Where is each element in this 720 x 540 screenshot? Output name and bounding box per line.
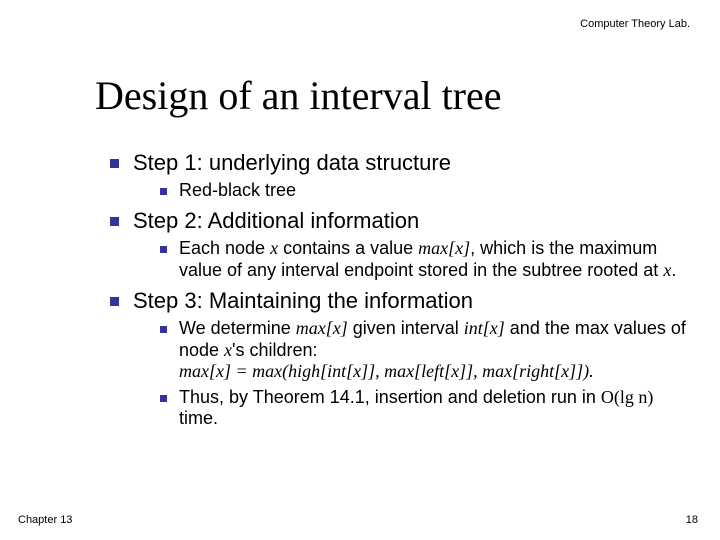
text-part: time. — [179, 408, 218, 428]
square-bullet-icon — [160, 395, 167, 402]
step-1: Step 1: underlying data structure Red-bl… — [110, 150, 690, 202]
step-2-title: Step 2: Additional information — [133, 208, 419, 234]
step-3-sub-2: Thus, by Theorem 14.1, insertion and del… — [160, 387, 690, 430]
step-1-sub: Red-black tree — [160, 180, 690, 202]
slide: Computer Theory Lab. Design of an interv… — [0, 0, 720, 540]
step-1-title: Step 1: underlying data structure — [133, 150, 451, 176]
square-bullet-icon — [160, 326, 167, 333]
text-part: We determine — [179, 318, 296, 338]
math-x: x — [224, 340, 232, 360]
step-1-sub-1-text: Red-black tree — [179, 180, 690, 202]
step-3-sub: We determine max[x] given interval int[x… — [160, 318, 690, 430]
math-maxx: max[x] — [418, 238, 470, 258]
math-x: x — [270, 238, 278, 258]
text-part: Each node — [179, 238, 270, 258]
square-bullet-icon — [110, 297, 119, 306]
footer-chapter: Chapter 13 — [18, 514, 72, 526]
step-1-head: Step 1: underlying data structure — [110, 150, 690, 176]
step-3: Step 3: Maintaining the information We d… — [110, 288, 690, 430]
text-part: given interval — [348, 318, 464, 338]
text-part: Thus, by Theorem 14.1, insertion and del… — [179, 387, 601, 407]
math-maxx: max[x] — [296, 318, 348, 338]
math-olgn: O(lg n) — [601, 387, 654, 407]
math-intx: int[x] — [464, 318, 505, 338]
text-part: contains a value — [278, 238, 418, 258]
step-3-head: Step 3: Maintaining the information — [110, 288, 690, 314]
lab-label: Computer Theory Lab. — [580, 18, 690, 30]
square-bullet-icon — [160, 188, 167, 195]
step-2-sub: Each node x contains a value max[x], whi… — [160, 238, 690, 281]
math-equation: max[x] = max(high[int[x]], max[left[x]],… — [179, 361, 594, 381]
text-part: 's children: — [232, 340, 317, 360]
step-3-sub-2-text: Thus, by Theorem 14.1, insertion and del… — [179, 387, 690, 430]
footer-page: 18 — [686, 514, 698, 526]
step-2-sub-1: Each node x contains a value max[x], whi… — [160, 238, 690, 281]
square-bullet-icon — [160, 246, 167, 253]
step-2: Step 2: Additional information Each node… — [110, 208, 690, 282]
square-bullet-icon — [110, 159, 119, 168]
step-3-sub-1-text: We determine max[x] given interval int[x… — [179, 318, 690, 383]
step-2-sub-1-text: Each node x contains a value max[x], whi… — [179, 238, 690, 281]
step-2-head: Step 2: Additional information — [110, 208, 690, 234]
text-part: . — [671, 260, 676, 280]
step-3-sub-1: We determine max[x] given interval int[x… — [160, 318, 690, 383]
step-3-title: Step 3: Maintaining the information — [133, 288, 473, 314]
slide-title: Design of an interval tree — [95, 72, 502, 119]
content-area: Step 1: underlying data structure Red-bl… — [110, 150, 690, 436]
square-bullet-icon — [110, 217, 119, 226]
step-1-sub-1: Red-black tree — [160, 180, 690, 202]
